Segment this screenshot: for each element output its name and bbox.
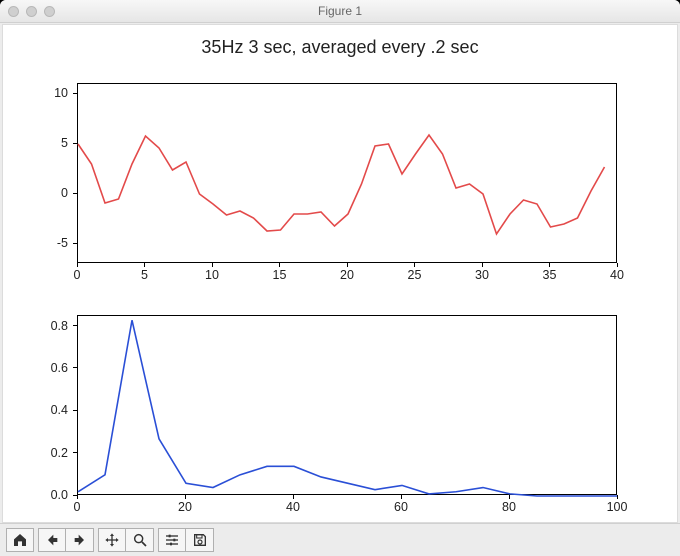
xtick-label: 100	[607, 500, 628, 514]
ytick-label: -5	[28, 236, 68, 250]
tick-mark	[293, 495, 294, 499]
tick-mark	[73, 93, 77, 94]
tick-mark	[414, 263, 415, 267]
magnifier-icon	[132, 532, 148, 548]
ytick-label: 0.4	[28, 403, 68, 417]
tick-mark	[212, 263, 213, 267]
window-title: Figure 1	[0, 4, 680, 18]
xtick-label: 0	[74, 268, 81, 282]
tick-mark	[509, 495, 510, 499]
arrow-right-icon	[72, 532, 88, 548]
pan-button[interactable]	[98, 528, 126, 552]
xtick-label: 0	[74, 500, 81, 514]
tick-mark	[617, 263, 618, 267]
figure-canvas: 35Hz 3 sec, averaged every .2 sec 0 5 10 15…	[2, 24, 678, 523]
forward-button[interactable]	[66, 528, 94, 552]
zoom-button[interactable]	[126, 528, 154, 552]
xtick-label: 60	[394, 500, 408, 514]
tick-mark	[73, 495, 77, 496]
xtick-label: 30	[475, 268, 489, 282]
sliders-icon	[164, 532, 180, 548]
matplotlib-toolbar	[0, 523, 680, 556]
arrow-left-icon	[44, 532, 60, 548]
tick-mark	[73, 325, 77, 326]
tick-mark	[144, 263, 145, 267]
ytick-label: 0.6	[28, 361, 68, 375]
tick-mark	[617, 495, 618, 499]
line-plot-bottom	[78, 316, 616, 494]
tick-mark	[73, 410, 77, 411]
move-icon	[104, 532, 120, 548]
ytick-label: 0.2	[28, 446, 68, 460]
floppy-icon	[192, 532, 208, 548]
xtick-label: 35	[543, 268, 557, 282]
tick-mark	[73, 452, 77, 453]
tick-mark	[347, 263, 348, 267]
home-button[interactable]	[6, 528, 34, 552]
xtick-label: 20	[178, 500, 192, 514]
back-button[interactable]	[38, 528, 66, 552]
axes-bottom	[77, 315, 617, 495]
line-plot-top	[78, 84, 616, 262]
tick-mark	[401, 495, 402, 499]
figure-title: 35Hz 3 sec, averaged every .2 sec	[3, 37, 677, 58]
ytick-label: 10	[28, 86, 68, 100]
xtick-label: 10	[205, 268, 219, 282]
tick-mark	[185, 495, 186, 499]
tick-mark	[482, 263, 483, 267]
subplots-button[interactable]	[158, 528, 186, 552]
figure-window: Figure 1 35Hz 3 sec, averaged every .2 s…	[0, 0, 680, 556]
ytick-label: 0.0	[28, 488, 68, 502]
tick-mark	[549, 263, 550, 267]
xtick-label: 25	[408, 268, 422, 282]
tick-mark	[73, 193, 77, 194]
tick-mark	[73, 143, 77, 144]
xtick-label: 80	[502, 500, 516, 514]
tick-mark	[73, 243, 77, 244]
tick-mark	[73, 367, 77, 368]
home-icon	[12, 532, 28, 548]
ytick-label: 5	[28, 136, 68, 150]
xtick-label: 20	[340, 268, 354, 282]
ytick-label: 0	[28, 186, 68, 200]
tick-mark	[77, 495, 78, 499]
tick-mark	[77, 263, 78, 267]
axes-top	[77, 83, 617, 263]
save-button[interactable]	[186, 528, 214, 552]
xtick-label: 40	[610, 268, 624, 282]
tick-mark	[279, 263, 280, 267]
ytick-label: 0.8	[28, 319, 68, 333]
window-titlebar: Figure 1	[0, 0, 680, 23]
xtick-label: 15	[273, 268, 287, 282]
xtick-label: 5	[141, 268, 148, 282]
xtick-label: 40	[286, 500, 300, 514]
